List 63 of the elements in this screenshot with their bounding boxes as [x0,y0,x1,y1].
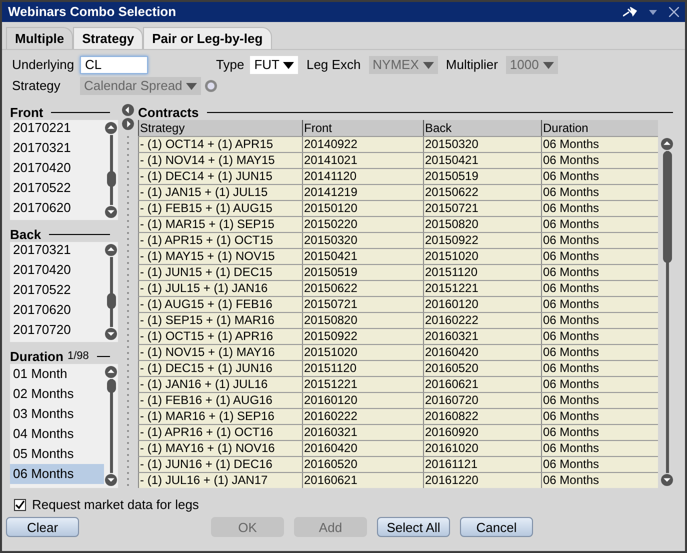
tab[interactable]: Strategy [73,27,144,49]
caret-icon [422,62,434,68]
list-item[interactable]: 01 Month [10,364,104,384]
scroll-up-icon[interactable] [661,138,673,150]
table-cell: - (1) JUL16 + (1) JAN17 [138,473,302,488]
table-cell: 06 Months [541,473,658,488]
caret-icon [186,82,198,90]
dropdown-icon[interactable] [649,10,657,14]
scroll-up-icon[interactable] [105,244,117,256]
caret-icon [542,62,554,68]
pin-icon[interactable] [623,7,637,17]
list-item[interactable]: 20170522 [10,178,104,198]
action-button[interactable]: Clear [6,517,79,537]
list-item[interactable]: 20170620 [10,300,104,320]
section-title: Contracts [138,106,199,118]
field-label: Type [216,56,244,74]
field-label: Multiplier [446,56,498,74]
help-icon[interactable] [205,80,218,92]
list-item[interactable]: 20170522 [10,280,104,300]
list-item[interactable]: 20170221 [10,120,104,138]
input-field[interactable]: CL [80,56,148,74]
field-label: Leg Exch [306,56,361,74]
list-item[interactable]: 05 Months [10,444,104,464]
scroll-down-icon[interactable] [661,474,673,486]
collapse-icon[interactable] [122,104,134,116]
checkbox[interactable] [14,499,26,511]
field-label: Strategy [12,77,62,96]
list-item[interactable]: 20170321 [10,138,104,158]
caret-icon [283,62,294,68]
list-item[interactable]: 03 Months [10,404,104,424]
field-label: Underlying [12,56,76,74]
scroll-up-icon[interactable] [105,366,117,378]
action-button[interactable]: Select All [377,517,450,537]
section-title: Front [10,106,44,118]
action-button[interactable]: Cancel [460,517,533,537]
tab[interactable]: Pair or Leg-by-leg [143,27,272,49]
expand-icon[interactable] [122,118,134,130]
scroll-thumb[interactable] [106,293,116,309]
table-cell: 20161220 [423,473,541,488]
close-icon[interactable] [669,7,679,17]
scroll-thumb[interactable] [662,151,672,263]
list-item[interactable]: 06 Months [10,464,104,484]
scroll-down-icon[interactable] [105,328,117,340]
window-title: Webinars Combo Selection [8,3,178,22]
list-item[interactable]: 20170620 [10,198,104,218]
scroll-thumb[interactable] [106,379,116,393]
scroll-down-icon[interactable] [105,206,117,218]
section-title: Back [10,228,42,240]
scroll-thumb[interactable] [106,171,116,187]
count-label: 1/98 [67,350,89,362]
list-item[interactable]: 02 Months [10,384,104,404]
list-item[interactable]: 20170321 [10,242,104,260]
checkbox-label: Request market data for legs [32,496,199,514]
dropdown[interactable]: FUT [250,56,298,74]
section-title: Duration [10,350,64,362]
scroll-up-icon[interactable] [105,122,117,134]
tab[interactable]: Multiple [6,27,74,49]
list-item[interactable]: 04 Months [10,424,104,444]
list-item[interactable]: 20170420 [10,260,104,280]
list-item[interactable]: 20170720 [10,320,104,340]
table-cell: 20160621 [302,473,423,488]
scroll-down-icon[interactable] [105,474,117,486]
list-item[interactable]: 20170420 [10,158,104,178]
